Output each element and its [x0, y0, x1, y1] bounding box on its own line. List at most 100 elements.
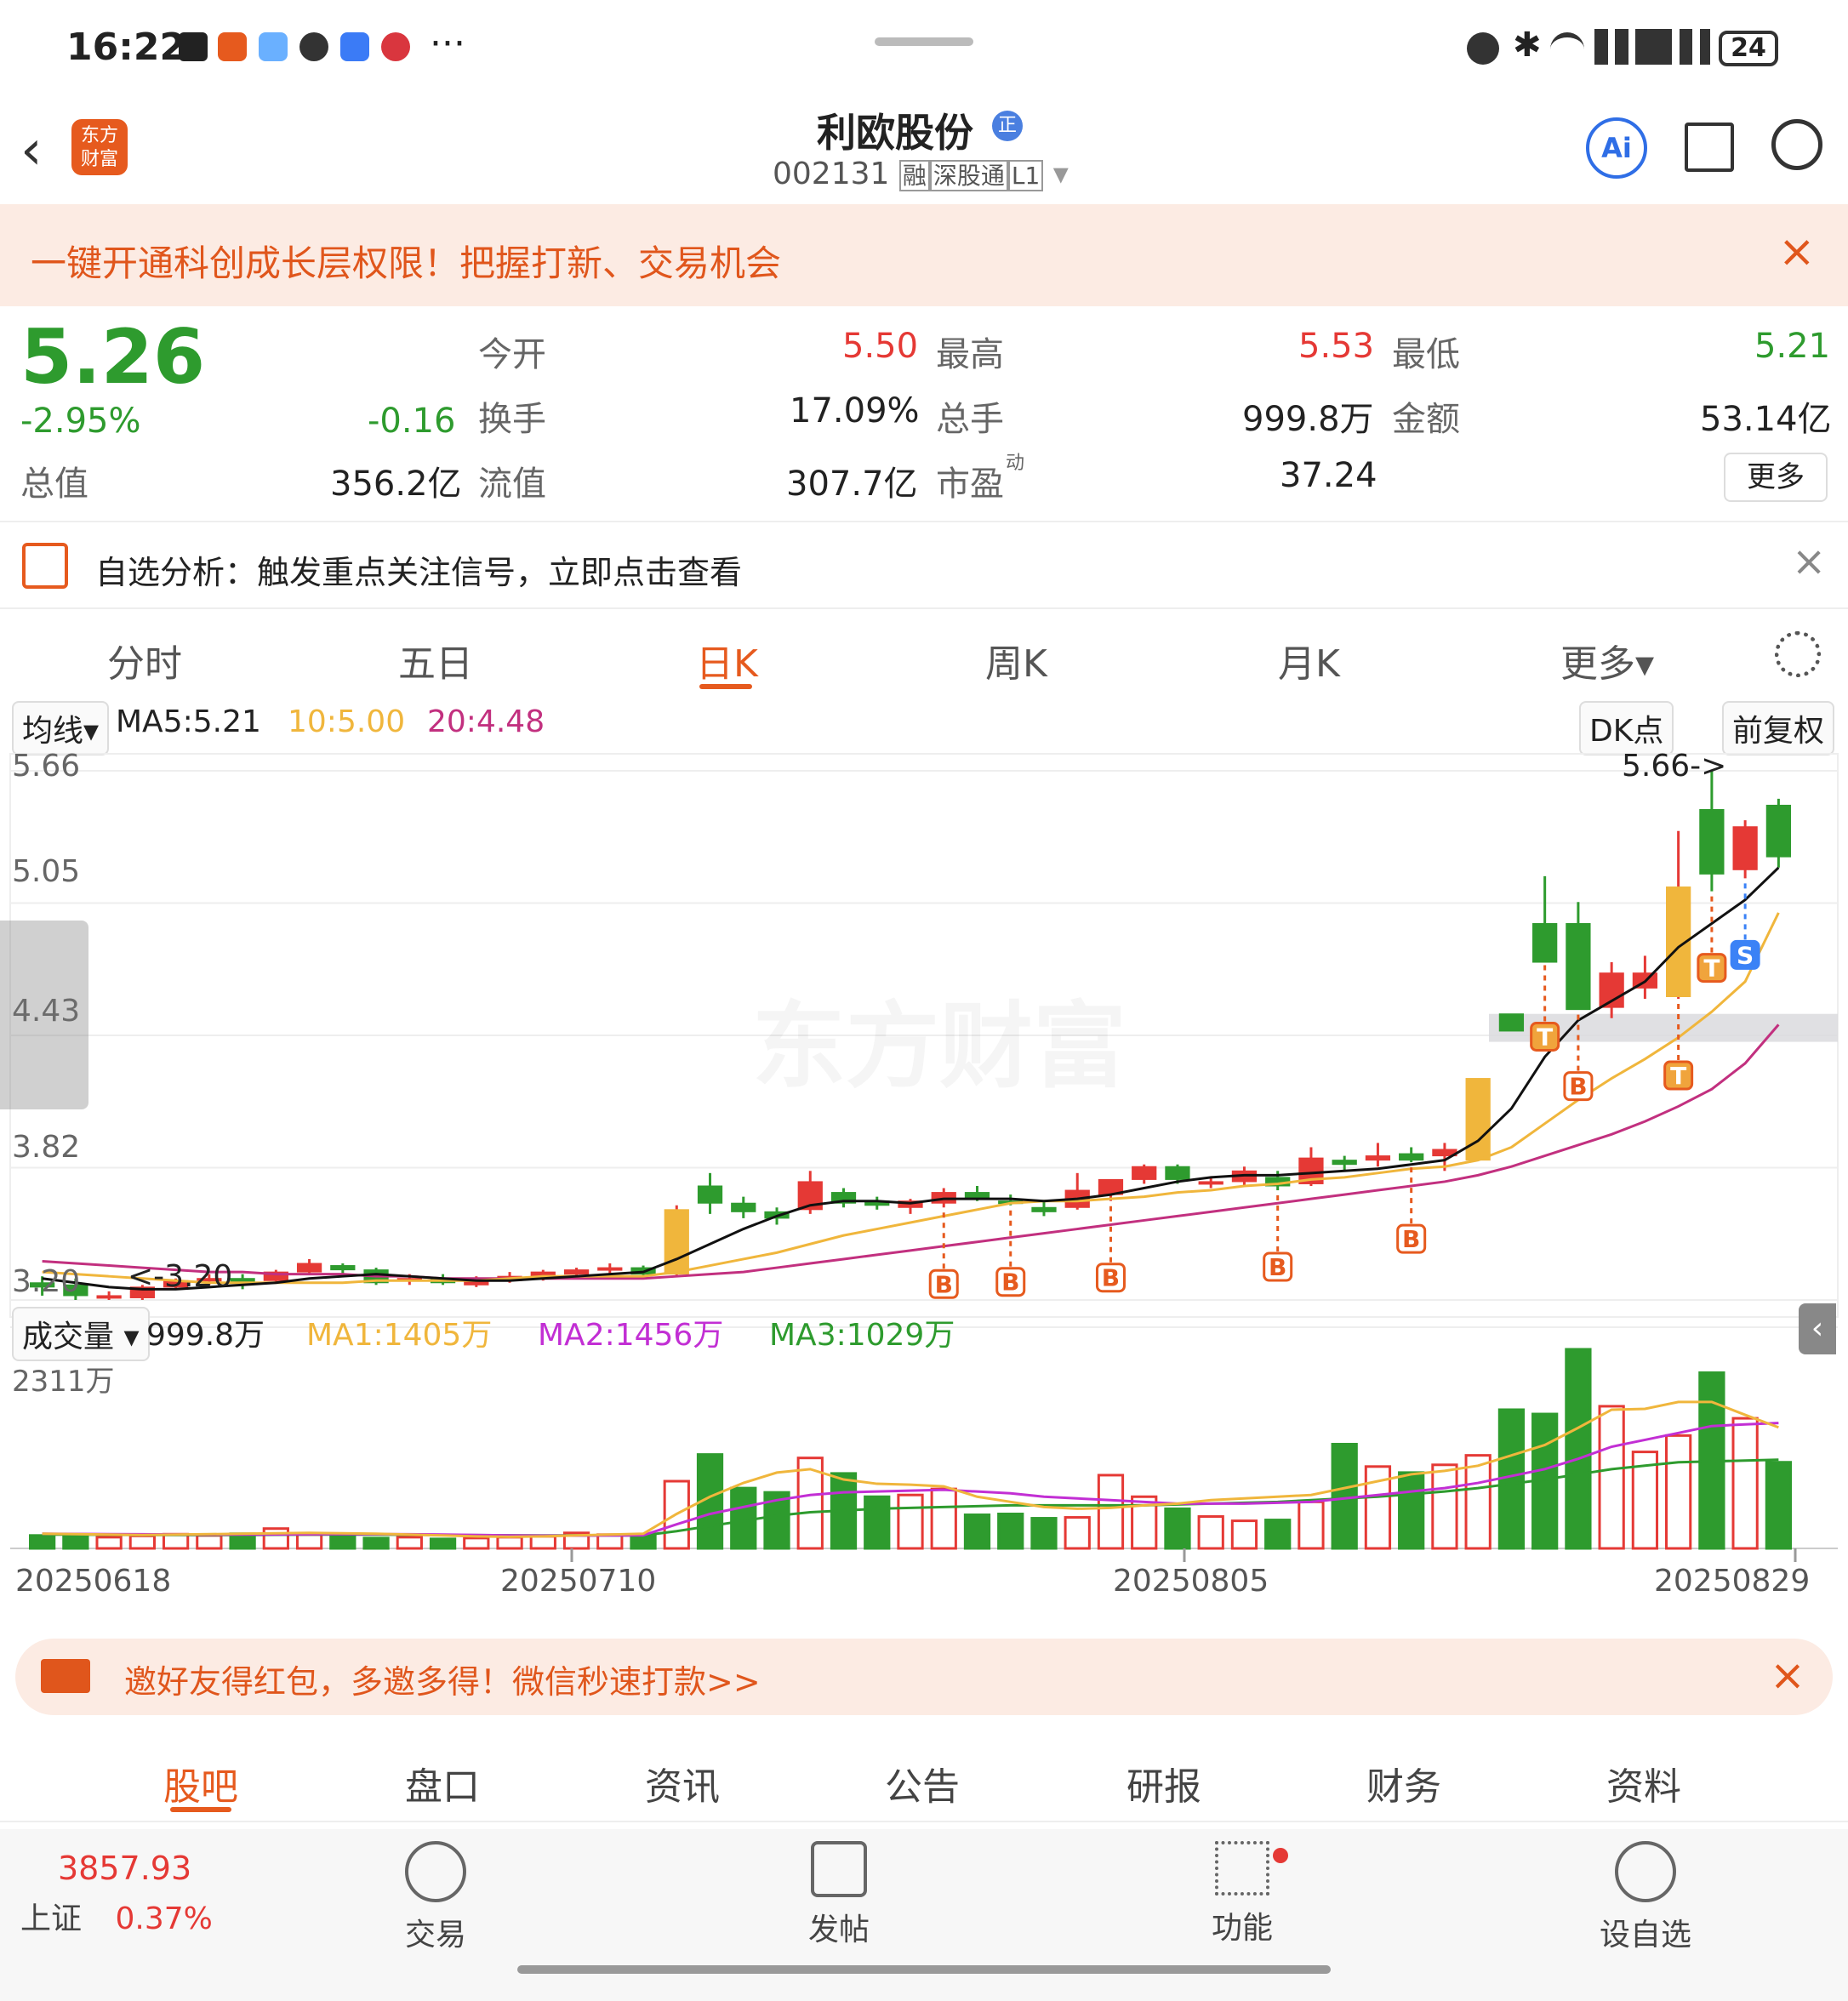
- brand-logo[interactable]: 东方 财富: [71, 119, 128, 175]
- adjust-button[interactable]: 前复权: [1722, 701, 1835, 755]
- volume-bar: [997, 1512, 1024, 1550]
- volume-bar: [1731, 1417, 1759, 1550]
- volume-bar: [963, 1514, 991, 1550]
- price-tick-3: 3.82: [12, 1130, 81, 1165]
- volume-bar: [930, 1487, 957, 1550]
- analysis-notice[interactable]: 自选分析：触发重点关注信号，立即点击查看 ×: [0, 521, 1848, 609]
- candle-body: [731, 1202, 756, 1212]
- candle-body: [1566, 923, 1591, 1011]
- volume-bar: [429, 1537, 457, 1550]
- price-tick-4: 3.20: [12, 1264, 81, 1299]
- low-label: 最低: [1392, 335, 1460, 374]
- content-tabs: 股吧 盘口 资讯 公告 研报 财务 资料: [0, 1732, 1848, 1822]
- tab-news[interactable]: 资讯: [645, 1756, 720, 1810]
- close-icon[interactable]: ×: [1778, 226, 1816, 277]
- volume-bar: [897, 1493, 924, 1550]
- candle-body: [563, 1269, 590, 1275]
- tab-guba[interactable]: 股吧: [163, 1756, 238, 1810]
- tab-finance[interactable]: 财务: [1366, 1756, 1441, 1810]
- volume-bar: [1565, 1348, 1592, 1550]
- stock-badge: 正: [992, 111, 1023, 141]
- ma20-value: 20:4.48: [427, 704, 545, 739]
- candle-body: [296, 1263, 322, 1273]
- bank-notif-icon: [381, 32, 410, 61]
- watermark: 东方财富: [752, 970, 1126, 1106]
- dropdown-icon[interactable]: ▾: [1053, 157, 1069, 191]
- ma5-value: MA5:5.21: [116, 704, 261, 739]
- promo-banner[interactable]: 一键开通科创成长层权限！把握打新、交易机会 ×: [0, 204, 1848, 306]
- function-button[interactable]: 功能: [1140, 1841, 1344, 1947]
- bottom-dock: 3857.93 上证 0.37% 交易 发帖 功能 设自选: [0, 1829, 1848, 2001]
- signal-5g2-icon: [1659, 29, 1710, 65]
- wifi-icon: [1550, 32, 1584, 68]
- tag-level: L1: [1007, 160, 1044, 191]
- invite-banner[interactable]: 邀好友得红包，多邀多得！微信秒速打款>> ×: [15, 1639, 1833, 1715]
- volume-bar: [28, 1534, 56, 1550]
- tab-monthly-k[interactable]: 月K: [1278, 633, 1340, 687]
- index-widget[interactable]: 3857.93 上证 0.37%: [20, 1850, 242, 1938]
- volume-bar: [630, 1534, 657, 1550]
- active-tab-underline: [170, 1807, 231, 1812]
- volume-bar: [1164, 1507, 1191, 1550]
- add-watchlist-button[interactable]: 设自选: [1543, 1841, 1748, 1954]
- price-tick-0: 5.66: [12, 749, 81, 784]
- volume-bar: [196, 1534, 223, 1550]
- tab-more[interactable]: 更多▾: [1560, 633, 1654, 687]
- chart-side-handle[interactable]: [0, 921, 88, 1109]
- dk-button[interactable]: DK点: [1579, 701, 1674, 755]
- volume-dropdown[interactable]: 成交量 ▾: [12, 1307, 150, 1361]
- post-button[interactable]: 发帖: [737, 1841, 941, 1949]
- tab-daily-k[interactable]: 日K: [696, 633, 758, 687]
- share-icon[interactable]: [1685, 123, 1734, 172]
- kline-chart[interactable]: BBBBBTBTTS 5.66 5.05 4.43 3.82 3.20 5.66…: [0, 749, 1848, 1625]
- tab-announcements[interactable]: 公告: [885, 1756, 960, 1810]
- kline-svg[interactable]: B B B BBTB TT S: [0, 749, 1848, 1625]
- turnover-value: 17.09%: [790, 391, 920, 430]
- brand-logo-line1: 东方: [80, 125, 118, 146]
- volume-bar: [162, 1532, 190, 1550]
- tab-research[interactable]: 研报: [1126, 1756, 1201, 1810]
- close-icon[interactable]: ×: [1770, 1650, 1805, 1700]
- close-icon[interactable]: ×: [1792, 538, 1826, 585]
- trade-button[interactable]: 交易: [334, 1841, 538, 1954]
- candle-body: [1399, 1153, 1424, 1161]
- candle-body: [1465, 1078, 1491, 1161]
- search-icon[interactable]: [1771, 119, 1822, 170]
- volume-bar: [1765, 1461, 1793, 1550]
- weather-notif-icon: [259, 32, 288, 61]
- ma-dropdown[interactable]: 均线▾: [12, 701, 110, 755]
- tab-profile[interactable]: 资料: [1606, 1756, 1681, 1810]
- candle-body: [597, 1267, 623, 1271]
- signal-label: B: [1269, 1253, 1286, 1281]
- volume-bar: [95, 1536, 123, 1550]
- tab-minute[interactable]: 分时: [107, 633, 182, 687]
- ai-icon[interactable]: Ai: [1586, 117, 1647, 179]
- volume-value: 999.8万: [1242, 400, 1374, 439]
- tab-pankou[interactable]: 盘口: [405, 1756, 480, 1810]
- mktcap-label: 总值: [20, 465, 88, 504]
- tab-weekly-k[interactable]: 周K: [985, 633, 1047, 687]
- status-time: 16:22: [66, 26, 186, 69]
- max-price-annotation: 5.66->: [1622, 749, 1727, 784]
- volume-bar: [529, 1535, 556, 1550]
- tag-margin: 融: [898, 160, 930, 191]
- top-bar: ‹ 东方 财富 利欧股份 正 002131 融深股通 L1 ▾ Ai: [0, 94, 1848, 206]
- open-label: 今开: [478, 335, 546, 374]
- volume-value: 999.8万: [146, 1318, 265, 1353]
- gear-icon[interactable]: [1775, 631, 1821, 677]
- back-icon[interactable]: ‹: [20, 119, 43, 182]
- collapse-handle-icon[interactable]: ‹: [1799, 1303, 1836, 1354]
- tab-five-day[interactable]: 五日: [398, 633, 473, 687]
- vol-ma2: MA2:1456万: [538, 1318, 724, 1353]
- volume-bar: [1398, 1471, 1425, 1550]
- nfc-icon: [179, 32, 208, 61]
- index-value: 3857.93: [58, 1850, 192, 1887]
- candle-body: [330, 1265, 356, 1271]
- volume-bar: [1598, 1405, 1625, 1550]
- more-button[interactable]: 更多: [1724, 453, 1828, 502]
- candle-body: [1132, 1166, 1157, 1180]
- signal-label: B: [1569, 1073, 1587, 1101]
- volume-bar: [1064, 1516, 1091, 1550]
- stock-name: 利欧股份: [817, 110, 973, 156]
- date-tick-0: 20250618: [15, 1564, 172, 1599]
